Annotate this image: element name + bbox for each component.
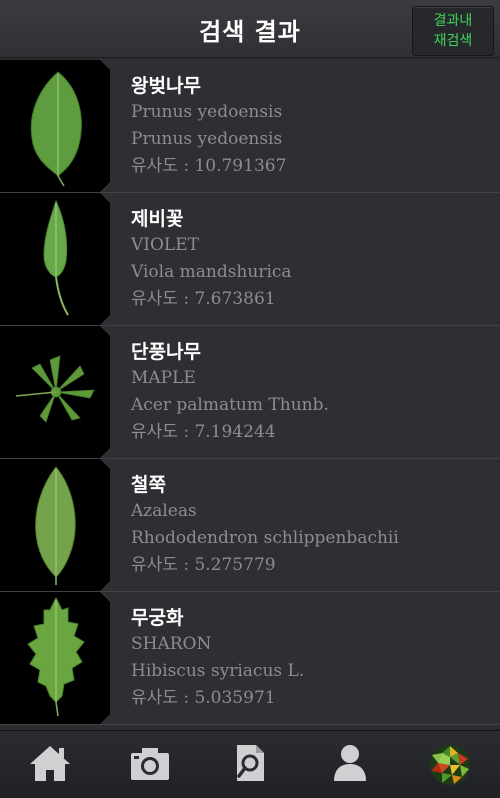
profile-tab[interactable]: [325, 743, 375, 787]
leaves-mosaic-icon: [430, 745, 470, 785]
plant-english-name: Azaleas: [131, 501, 197, 521]
similarity-score: 유사도 : 7.194244: [131, 422, 276, 442]
plant-korean-name: 왕벚나무: [131, 75, 201, 97]
similarity-score: 유사도 : 10.791367: [131, 156, 287, 176]
plant-korean-name: 철쭉: [131, 474, 166, 496]
result-info: 왕벚나무 Prunus yedoensis Prunus yedoensis 유…: [131, 71, 286, 180]
plant-korean-name: 단풍나무: [131, 341, 201, 363]
hibiscus-leaf-image: [0, 592, 110, 724]
home-tab[interactable]: [25, 743, 75, 787]
plant-scientific-name: Acer palmatum Thunb.: [131, 395, 329, 415]
plant-scientific-name: Viola mandshurica: [131, 262, 292, 282]
result-info: 제비꽃 VIOLET Viola mandshurica 유사도 : 7.673…: [131, 204, 292, 313]
search-tab[interactable]: [225, 743, 275, 787]
result-info: 무궁화 SHARON Hibiscus syriacus L. 유사도 : 5.…: [131, 603, 304, 712]
plant-english-name: SHARON: [131, 634, 212, 654]
bottom-tab-bar: [0, 730, 500, 798]
maple-leaf-image: [0, 326, 110, 458]
result-row[interactable]: 단풍나무 MAPLE Acer palmatum Thunb. 유사도 : 7.…: [0, 326, 500, 459]
result-list: 왕벚나무 Prunus yedoensis Prunus yedoensis 유…: [0, 60, 500, 730]
result-row[interactable]: 무궁화 SHARON Hibiscus syriacus L. 유사도 : 5.…: [0, 592, 500, 725]
research-button-label-line2: 재검색: [433, 33, 473, 49]
plant-english-name: Prunus yedoensis: [131, 102, 283, 122]
plant-scientific-name: Hibiscus syriacus L.: [131, 661, 305, 681]
document-search-icon: [237, 745, 264, 781]
plant-english-name: VIOLET: [131, 235, 199, 255]
plant-english-name: MAPLE: [131, 368, 196, 388]
result-row[interactable]: 철쭉 Azaleas Rhododendron schlippenbachii …: [0, 459, 500, 592]
camera-tab[interactable]: [125, 743, 175, 787]
header-bar: 검색 결과 결과내 재검색: [0, 0, 500, 58]
result-row[interactable]: 왕벚나무 Prunus yedoensis Prunus yedoensis 유…: [0, 60, 500, 193]
similarity-score: 유사도 : 5.275779: [131, 555, 276, 575]
camera-icon: [131, 748, 169, 780]
plant-scientific-name: Prunus yedoensis: [131, 129, 283, 149]
plant-korean-name: 제비꽃: [131, 208, 184, 230]
plant-korean-name: 무궁화: [131, 607, 184, 629]
result-info: 단풍나무 MAPLE Acer palmatum Thunb. 유사도 : 7.…: [131, 337, 329, 446]
search-within-results-button[interactable]: 결과내 재검색: [412, 6, 494, 56]
similarity-score: 유사도 : 5.035971: [131, 688, 276, 708]
user-icon: [334, 745, 366, 781]
azalea-leaf-image: [0, 459, 110, 591]
gallery-tab[interactable]: [425, 743, 475, 787]
result-info: 철쭉 Azaleas Rhododendron schlippenbachii …: [131, 470, 399, 579]
plant-scientific-name: Rhododendron schlippenbachii: [131, 528, 399, 548]
research-button-label-line1: 결과내: [433, 13, 473, 29]
similarity-score: 유사도 : 7.673861: [131, 289, 276, 309]
home-icon: [30, 746, 70, 781]
result-row[interactable]: 제비꽃 VIOLET Viola mandshurica 유사도 : 7.673…: [0, 193, 500, 326]
cherry-leaf-image: [0, 60, 110, 192]
violet-leaf-image: [0, 193, 110, 325]
